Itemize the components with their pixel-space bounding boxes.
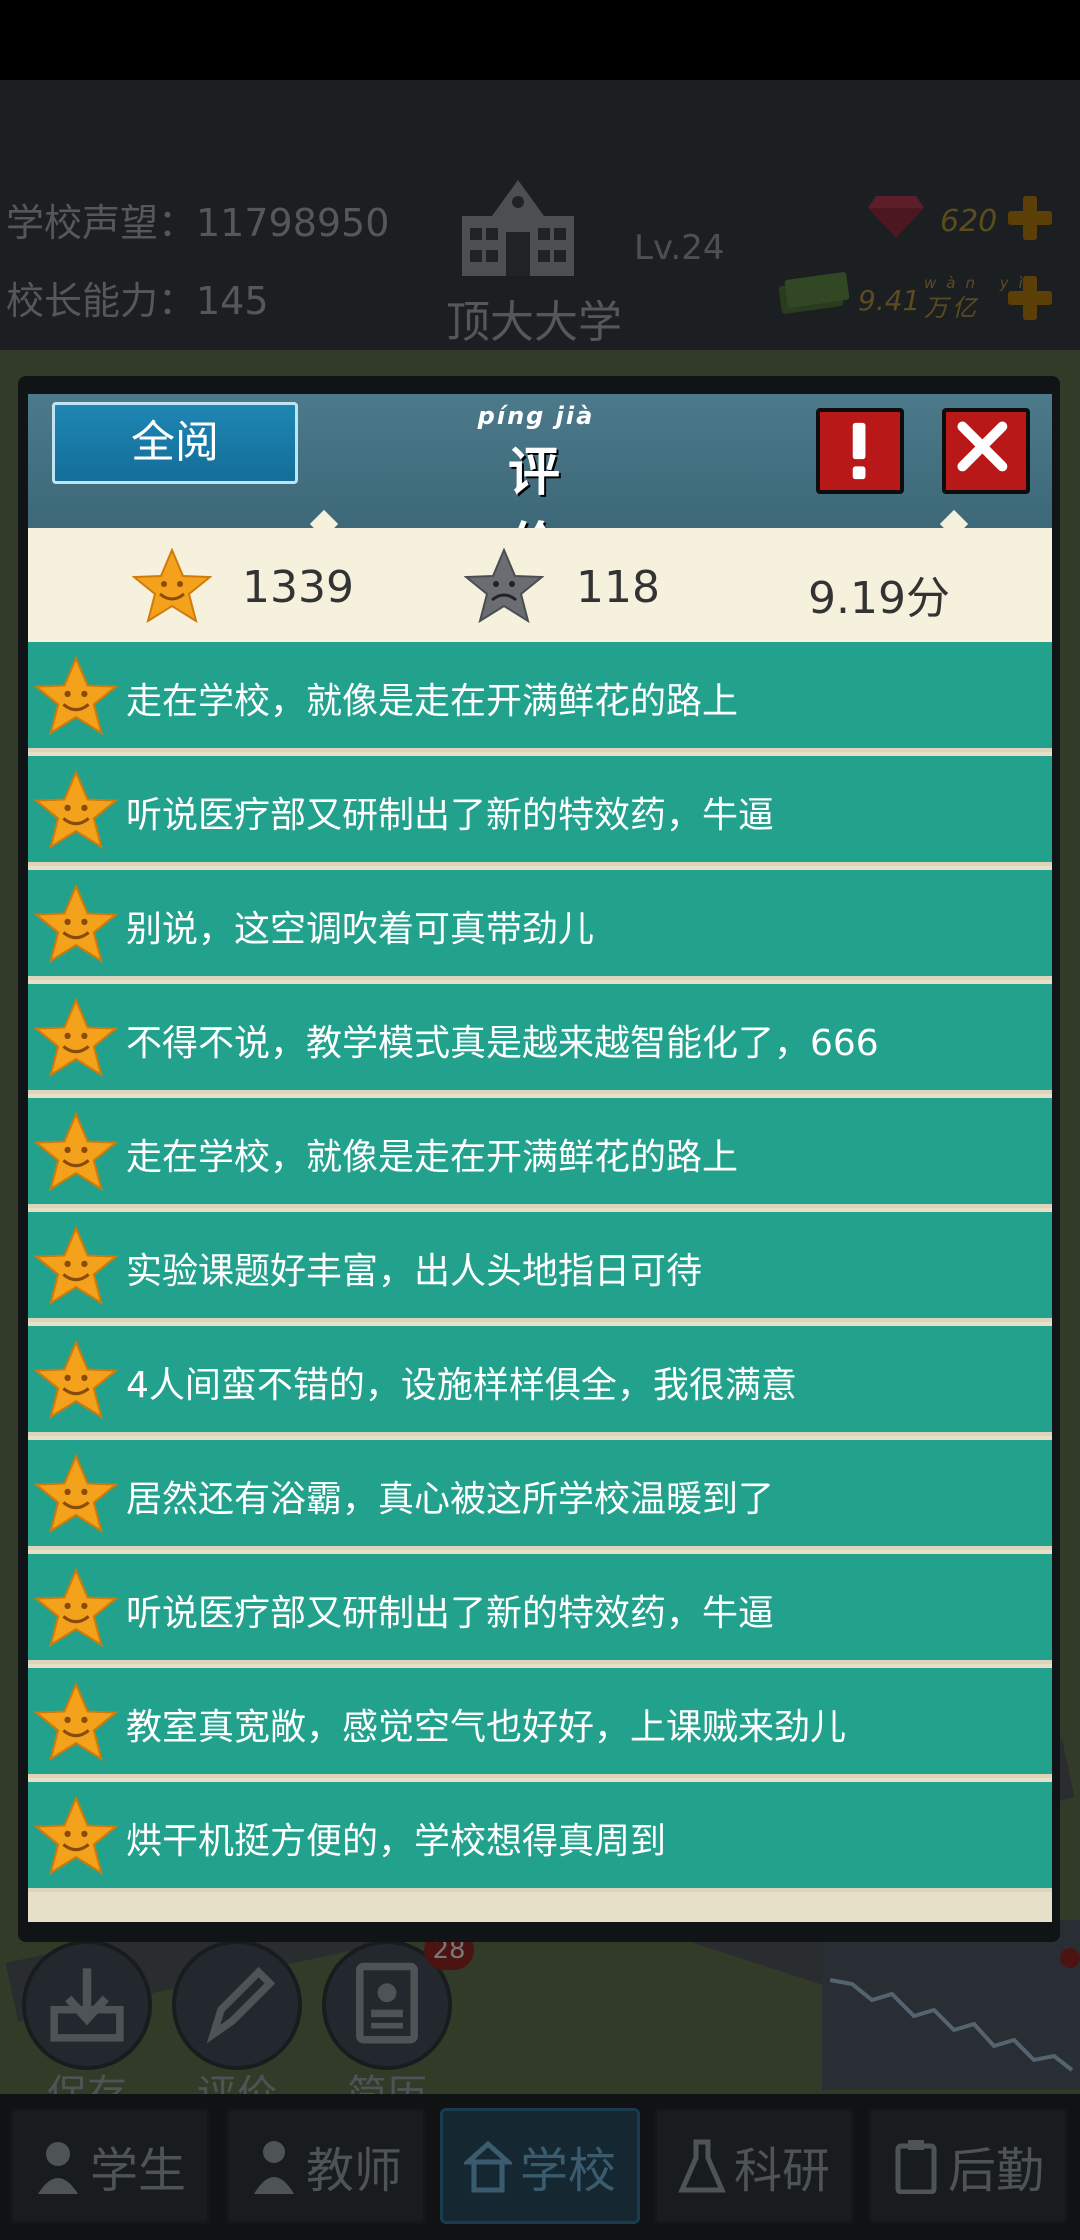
review-list[interactable]: 走在学校，就像是走在开满鲜花的路上 听说医疗部又研制出了新的特效药，牛逼 别说，这空… xyxy=(28,642,1052,1922)
review-item[interactable]: 4人间蛮不错的，设施样样俱全，我很满意 xyxy=(28,1326,1052,1436)
review-item[interactable]: 教室真宽敞，感觉空气也好好，上课贼来劲儿 xyxy=(28,1668,1052,1778)
review-item[interactable]: 烘干机挺方便的，学校想得真周到 xyxy=(28,1782,1052,1892)
happy-star-icon xyxy=(33,1795,119,1876)
review-item[interactable]: 实验课题好丰富，出人头地指日可待 xyxy=(28,1212,1052,1322)
title-pinyin: píng jià xyxy=(477,402,595,430)
review-item[interactable]: 不得不说，教学模式真是越来越智能化了，666 xyxy=(28,984,1052,1094)
close-icon xyxy=(957,421,1008,472)
close-button[interactable] xyxy=(942,408,1030,494)
happy-star-icon xyxy=(33,997,119,1078)
review-text: 实验课题好丰富，出人头地指日可待 xyxy=(126,1251,703,1292)
review-text: 教室真宽敞，感觉空气也好好，上课贼来劲儿 xyxy=(126,1707,847,1748)
happy-star-icon xyxy=(33,1225,119,1306)
review-text: 别说，这空调吹着可真带劲儿 xyxy=(126,909,595,950)
review-text: 走在学校，就像是走在开满鲜花的路上 xyxy=(126,681,739,722)
review-item[interactable]: 居然还有浴霸，真心被这所学校温暖到了 xyxy=(28,1440,1052,1550)
review-item[interactable]: 走在学校，就像是走在开满鲜花的路上 xyxy=(28,1098,1052,1208)
happy-star-icon xyxy=(132,548,212,624)
read-all-button[interactable]: 全阅 xyxy=(52,402,298,484)
average-score: 9.19分 xyxy=(808,573,950,624)
happy-star-icon xyxy=(33,1567,119,1648)
review-item[interactable]: 走在学校，就像是走在开满鲜花的路上 xyxy=(28,642,1052,752)
review-text: 听说医疗部又研制出了新的特效药，牛逼 xyxy=(126,1593,775,1634)
exclamation-icon xyxy=(852,422,866,480)
review-text: 4人间蛮不错的，设施样样俱全，我很满意 xyxy=(126,1365,797,1406)
rating-summary: 1339 118 9.19分 xyxy=(28,528,1052,642)
positive-count: 1339 xyxy=(242,562,354,613)
review-text: 听说医疗部又研制出了新的特效药，牛逼 xyxy=(126,795,775,836)
negative-count: 118 xyxy=(576,562,660,613)
review-item[interactable]: 听说医疗部又研制出了新的特效药，牛逼 xyxy=(28,756,1052,866)
review-text: 走在学校，就像是走在开满鲜花的路上 xyxy=(126,1137,739,1178)
happy-star-icon xyxy=(33,1111,119,1192)
review-text: 烘干机挺方便的，学校想得真周到 xyxy=(126,1821,667,1862)
happy-star-icon xyxy=(33,1681,119,1762)
happy-star-icon xyxy=(33,769,119,850)
review-text: 不得不说，教学模式真是越来越智能化了，666 xyxy=(126,1023,879,1064)
happy-star-icon xyxy=(33,655,119,736)
review-item[interactable]: 别说，这空调吹着可真带劲儿 xyxy=(28,870,1052,980)
happy-star-icon xyxy=(33,883,119,964)
status-bar xyxy=(0,0,1080,80)
review-item[interactable]: 听说医疗部又研制出了新的特效药，牛逼 xyxy=(28,1554,1052,1664)
sad-star-icon xyxy=(464,548,544,624)
report-button[interactable] xyxy=(816,408,904,494)
review-text: 居然还有浴霸，真心被这所学校温暖到了 xyxy=(126,1479,775,1520)
happy-star-icon xyxy=(33,1339,119,1420)
happy-star-icon xyxy=(33,1453,119,1534)
